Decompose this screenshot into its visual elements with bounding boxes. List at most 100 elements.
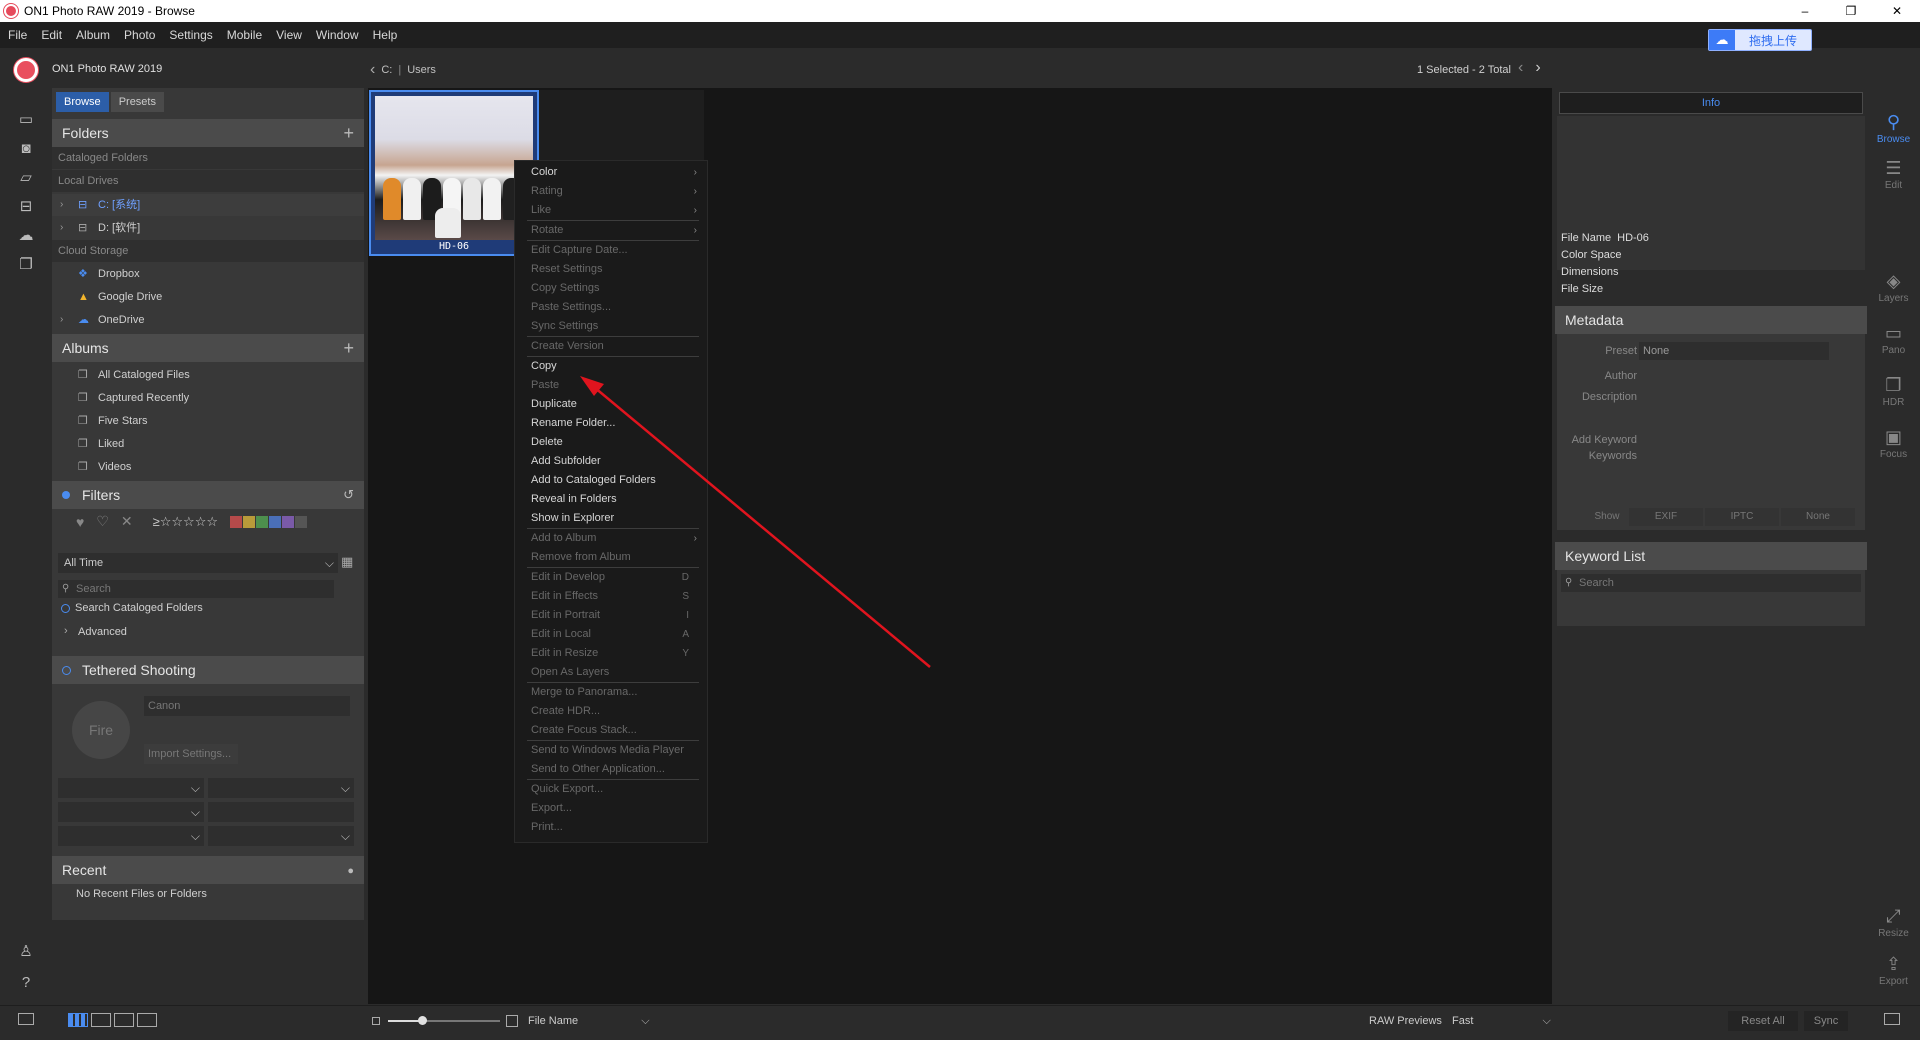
prev-next-arrows[interactable]: ‹› (1518, 59, 1553, 77)
compare-view-icon[interactable] (137, 1013, 157, 1027)
ctx-item-edit-in-resize[interactable]: Edit in Resize Y (515, 644, 707, 663)
recent-header[interactable]: Recent ● (52, 856, 364, 884)
small-thumb-icon[interactable] (372, 1017, 380, 1025)
module-browse[interactable]: ⚲ Browse (1867, 112, 1920, 145)
large-thumb-icon[interactable] (506, 1015, 518, 1027)
ctx-item-sync-settings[interactable]: Sync Settings (515, 317, 707, 336)
tether-field-4[interactable] (208, 802, 354, 822)
metadata-header[interactable]: Metadata (1555, 306, 1867, 334)
album-liked[interactable]: ❐ Liked (52, 433, 364, 455)
ctx-item-paste-settings[interactable]: Paste Settings... (515, 298, 707, 317)
monitor-icon[interactable]: ▭ (16, 112, 36, 128)
upload-button[interactable]: ☁ 拖拽上传 (1708, 29, 1812, 51)
module-edit[interactable]: ☰ Edit (1867, 158, 1920, 191)
keyword-list-header[interactable]: Keyword List (1555, 542, 1867, 570)
expand-icon[interactable]: › (60, 217, 63, 239)
ctx-item-reveal-in-folders[interactable]: Reveal in Folders (515, 490, 707, 509)
album-all-cataloged[interactable]: ❐ All Cataloged Files (52, 364, 364, 386)
user-icon[interactable]: ♙ (16, 944, 36, 960)
ctx-item-add-to-album[interactable]: Add to Album › (515, 529, 707, 548)
menu-photo[interactable]: Photo (124, 28, 155, 42)
ctx-item-paste[interactable]: Paste (515, 376, 707, 395)
fire-button[interactable]: Fire (72, 701, 130, 759)
module-resize[interactable]: ⤢ Resize (1867, 906, 1920, 939)
tether-select-5[interactable]: ⌵ (58, 826, 204, 846)
folders-header[interactable]: Folders + (52, 119, 364, 147)
ctx-item-send-to-windows-media-player[interactable]: Send to Windows Media Player (515, 741, 707, 760)
color-swatch-blue[interactable] (269, 515, 282, 528)
add-album-icon[interactable]: + (343, 334, 354, 362)
menu-view[interactable]: View (276, 28, 302, 42)
sync-button[interactable]: Sync (1804, 1011, 1848, 1031)
ctx-item-create-focus-stack[interactable]: Create Focus Stack... (515, 721, 707, 740)
tether-select-1[interactable]: ⌵ (58, 778, 204, 798)
album-captured-recently[interactable]: ❐ Captured Recently (52, 387, 364, 409)
menu-settings[interactable]: Settings (169, 28, 212, 42)
ctx-item-edit-in-local[interactable]: Edit in Local A (515, 625, 707, 644)
ctx-item-add-subfolder[interactable]: Add Subfolder (515, 452, 707, 471)
heart-outline-icon[interactable]: ♡ (96, 513, 109, 530)
ctx-item-edit-in-portrait[interactable]: Edit in Portrait I (515, 606, 707, 625)
tethered-shooting-header[interactable]: Tethered Shooting (52, 656, 364, 684)
drive-c[interactable]: › ⊟ C: [系统] (52, 194, 364, 216)
filmstrip-view-icon[interactable] (114, 1013, 134, 1027)
time-range-select[interactable]: All Time ⌵ (58, 553, 338, 573)
tab-browse[interactable]: Browse (56, 92, 109, 112)
ctx-item-like[interactable]: Like › (515, 201, 707, 220)
ctx-item-copy[interactable]: Copy (515, 357, 707, 376)
expand-icon[interactable]: › (60, 309, 63, 331)
module-layers[interactable]: ◈ Layers (1867, 271, 1920, 304)
right-panel-toggle-icon[interactable] (1884, 1013, 1900, 1025)
heart-filled-icon[interactable]: ♥ (76, 514, 84, 530)
next-icon[interactable]: › (1535, 59, 1552, 76)
menu-mobile[interactable]: Mobile (227, 28, 262, 42)
show-none-button[interactable]: None (1781, 508, 1855, 526)
ctx-item-open-as-layers[interactable]: Open As Layers (515, 663, 707, 682)
color-swatch-purple[interactable] (282, 515, 295, 528)
back-arrow-icon[interactable]: ‹ (370, 61, 375, 79)
ctx-item-edit-in-effects[interactable]: Edit in Effects S (515, 587, 707, 606)
albums-header[interactable]: Albums + (52, 334, 364, 362)
ctx-item-remove-from-album[interactable]: Remove from Album (515, 548, 707, 567)
breadcrumb-drive[interactable]: C: (381, 64, 392, 76)
ctx-item-quick-export[interactable]: Quick Export... (515, 780, 707, 799)
ctx-item-copy-settings[interactable]: Copy Settings (515, 279, 707, 298)
drive-d[interactable]: › ⊟ D: [软件] (52, 217, 364, 239)
module-export[interactable]: ⇪ Export (1867, 954, 1920, 987)
ctx-item-edit-in-develop[interactable]: Edit in Develop D (515, 568, 707, 587)
add-folder-icon[interactable]: + (343, 119, 354, 147)
sort-select[interactable]: File Name ⌵ (528, 1015, 650, 1028)
album-videos[interactable]: ❐ Videos (52, 456, 364, 478)
preset-field[interactable]: None (1639, 342, 1829, 360)
ctx-item-color[interactable]: Color › (515, 163, 707, 182)
grid-view-icon[interactable] (68, 1013, 88, 1027)
ctx-item-send-to-other-application[interactable]: Send to Other Application... (515, 760, 707, 779)
menu-window[interactable]: Window (316, 28, 359, 42)
filters-header[interactable]: Filters ↺ (52, 481, 364, 509)
calendar-icon[interactable]: ▦ (341, 554, 353, 570)
drive-icon[interactable]: ⊟ (16, 199, 36, 215)
camera-field[interactable]: Canon (144, 696, 350, 716)
recent-clear-icon[interactable]: ● (347, 857, 354, 885)
color-swatch-yellow[interactable] (243, 515, 256, 528)
rating-filter[interactable]: ≥☆☆☆☆☆ (153, 514, 218, 530)
panel-toggle-icon[interactable] (18, 1013, 34, 1025)
ctx-item-rating[interactable]: Rating › (515, 182, 707, 201)
color-label-filter[interactable] (230, 515, 308, 528)
color-swatch-green[interactable] (256, 515, 269, 528)
module-hdr[interactable]: ❐ HDR (1867, 375, 1920, 408)
prev-icon[interactable]: ‹ (1518, 59, 1535, 76)
reject-icon[interactable]: ✕ (121, 513, 133, 530)
detail-view-icon[interactable] (91, 1013, 111, 1027)
tether-select-3[interactable]: ⌵ (58, 802, 204, 822)
tether-select-2[interactable]: ⌵ (208, 778, 354, 798)
tab-info[interactable]: Info (1559, 92, 1863, 114)
ctx-item-duplicate[interactable]: Duplicate (515, 395, 707, 414)
menu-file[interactable]: File (8, 28, 27, 42)
reset-all-button[interactable]: Reset All (1728, 1011, 1798, 1031)
folder-search-icon[interactable]: ▱ (16, 170, 36, 186)
expand-icon[interactable]: › (60, 194, 63, 216)
show-iptc-button[interactable]: IPTC (1705, 508, 1779, 526)
color-swatch-red[interactable] (230, 515, 243, 528)
close-button[interactable]: ✕ (1874, 0, 1920, 22)
